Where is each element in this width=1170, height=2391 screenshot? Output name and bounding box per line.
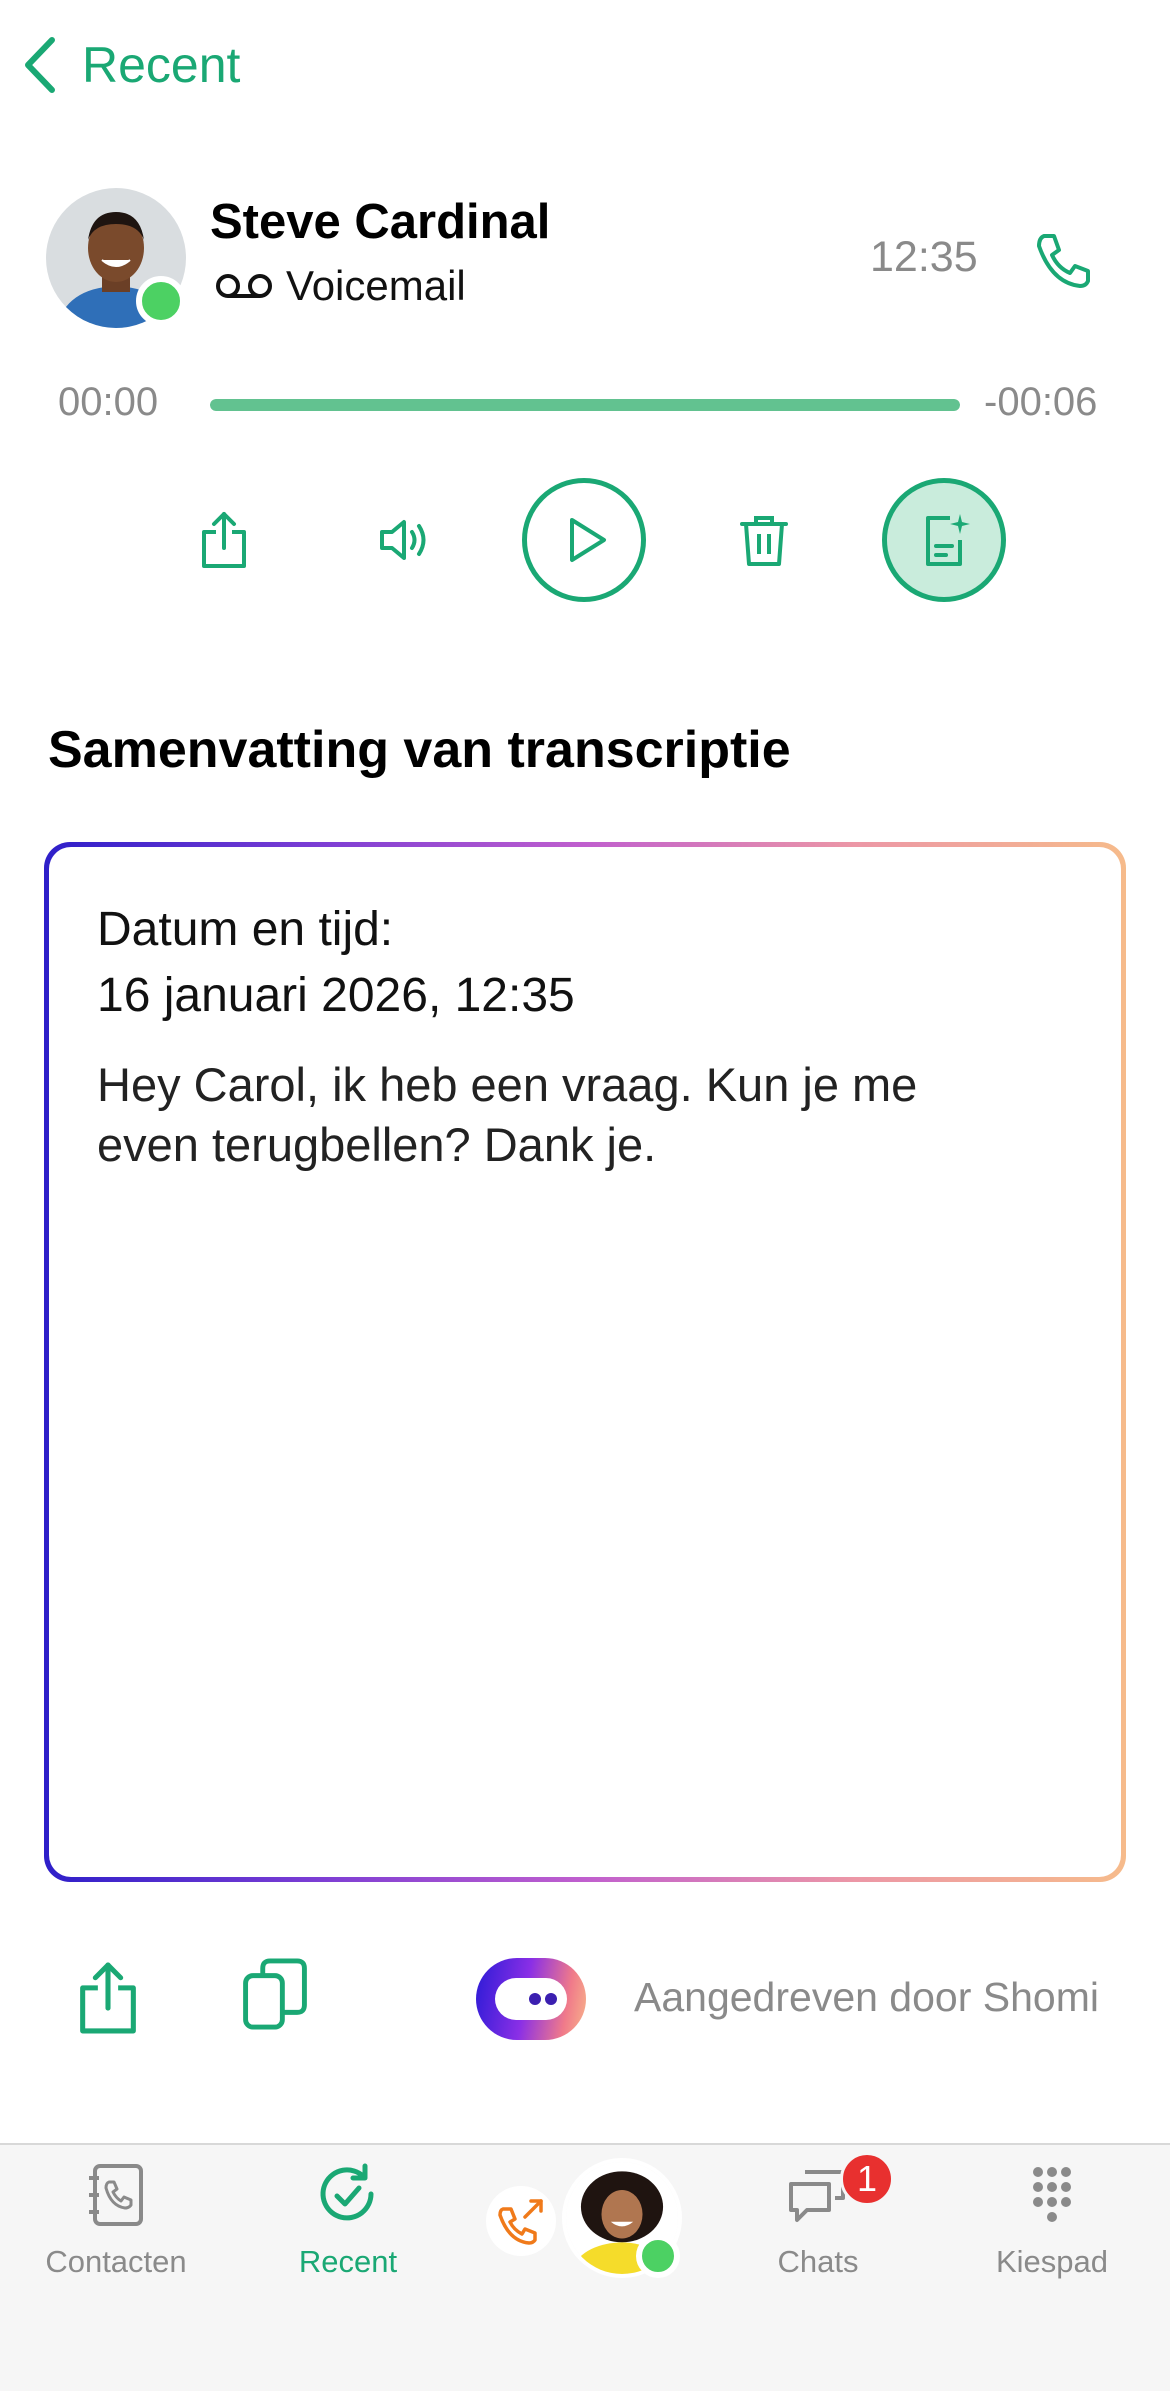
share-icon — [202, 512, 246, 568]
tab-kiespad[interactable]: Kiespad — [952, 2160, 1152, 2280]
contact-name: Steve Cardinal — [210, 195, 551, 249]
summary-date: 16 januari 2026, 12:35 — [97, 969, 575, 1022]
remaining-time: -00:06 — [984, 380, 1098, 424]
ai-summary-icon — [926, 514, 970, 566]
call-back-button[interactable] — [1030, 228, 1096, 294]
my-status-indicator — [636, 2234, 680, 2278]
speaker-button[interactable] — [342, 478, 466, 602]
chats-unread-badge: 1 — [840, 2152, 894, 2206]
recent-icon — [320, 2163, 374, 2221]
tab-label: Kiespad — [995, 2244, 1109, 2279]
contacts-icon — [89, 2164, 143, 2226]
tab-label: Contacten — [45, 2244, 187, 2279]
trash-icon — [740, 516, 788, 566]
delete-button[interactable] — [702, 478, 826, 602]
speaker-icon — [380, 520, 426, 560]
ai-summary-button[interactable] — [882, 478, 1006, 602]
back-button[interactable]: Recent — [20, 30, 240, 100]
status-indicator — [136, 276, 186, 326]
voicemail-label-row: Voicemail — [214, 262, 466, 310]
summary-text: Hey Carol, ik heb een vraag. Kun je me e… — [97, 1058, 918, 1171]
chevron-left-icon — [25, 37, 55, 93]
voicemail-icon — [216, 274, 272, 298]
copy-icon — [243, 1958, 307, 2030]
play-button[interactable] — [522, 478, 646, 602]
share-summary-button[interactable] — [70, 1960, 146, 2036]
keypad-icon — [1033, 2167, 1071, 2222]
summary-content: Datum en tijd: 16 januari 2026, 12:35 He… — [49, 847, 1121, 1877]
tab-label: Chats — [777, 2244, 859, 2279]
call-transfer-button[interactable] — [486, 2186, 556, 2256]
share-icon — [80, 1962, 136, 2034]
powered-by-label: Aangedreven door Shomi — [634, 1974, 1099, 2020]
play-icon — [570, 518, 606, 562]
call-time: 12:35 — [870, 233, 978, 281]
copy-summary-button[interactable] — [240, 1956, 310, 2032]
progress-fill — [210, 399, 960, 411]
summary-heading: Samenvatting van transcriptie — [48, 721, 791, 779]
phone-icon — [1037, 234, 1090, 288]
summary-date-label: Datum en tijd: — [97, 903, 394, 956]
share-button[interactable] — [162, 478, 286, 602]
call-transfer-icon — [498, 2199, 543, 2245]
tab-label: Recent — [298, 2244, 398, 2279]
back-label: Recent — [82, 37, 241, 93]
playback-progress[interactable] — [210, 399, 960, 411]
tab-recent[interactable]: Recent — [248, 2160, 448, 2280]
tab-contacten[interactable]: Contacten — [16, 2160, 216, 2280]
transcription-summary-card: Datum en tijd: 16 januari 2026, 12:35 He… — [44, 842, 1126, 1882]
elapsed-time: 00:00 — [58, 380, 159, 424]
shomi-logo — [476, 1958, 586, 2040]
voicemail-label: Voicemail — [286, 262, 466, 309]
